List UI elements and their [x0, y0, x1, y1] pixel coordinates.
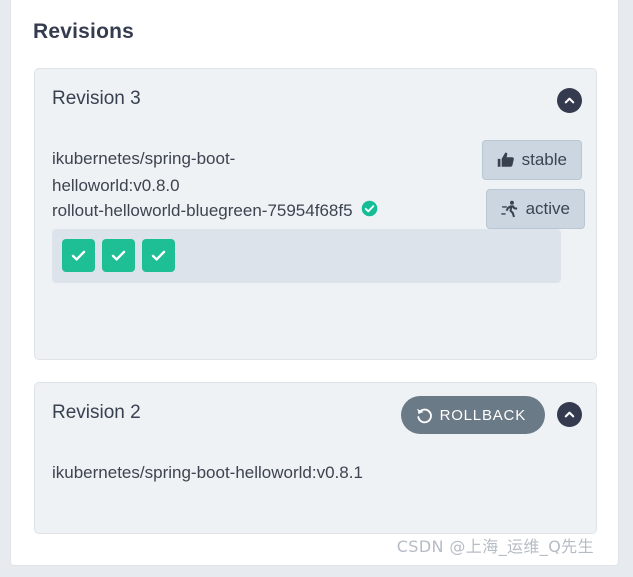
- rotate-left-icon: [416, 407, 433, 424]
- pod-status-1[interactable]: [62, 239, 95, 272]
- rollback-button-label: ROLLBACK: [439, 406, 526, 424]
- revision-2-image-name: ikubernetes/spring-boot-helloworld:v0.8.…: [52, 463, 363, 482]
- revision-3-replicaset-row: rollout-helloworld-bluegreen-75954f68f5: [52, 200, 378, 222]
- thumbs-up-icon: [497, 151, 515, 169]
- pod-group: [52, 229, 561, 283]
- revision-card-2: Revision 2 ROLLBACK ikubernetes/spring-b…: [34, 382, 597, 534]
- status-badge-active-label: active: [525, 199, 570, 218]
- status-badge-active: active: [485, 189, 585, 229]
- revision-3-header: Revision 3: [35, 69, 596, 131]
- revision-2-title: Revision 2: [52, 402, 141, 423]
- running-person-icon: [500, 200, 519, 218]
- revision-2-header: Revision 2 ROLLBACK: [35, 383, 596, 445]
- page-title: Revisions: [33, 20, 135, 43]
- revision-3-image-name: ikubernetes/spring-boot-helloworld:v0.8.…: [52, 149, 236, 195]
- check-circle-icon: [361, 200, 378, 222]
- pod-status-3[interactable]: [142, 239, 175, 272]
- watermark: CSDN @上海_运维_Q先生: [396, 537, 594, 556]
- revision-3-title: Revision 3: [52, 88, 141, 109]
- pod-status-2[interactable]: [102, 239, 135, 272]
- chevron-up-circle-icon[interactable]: [557, 402, 582, 427]
- replicaset-name: rollout-helloworld-bluegreen-75954f68f5: [52, 201, 353, 220]
- chevron-up-circle-icon[interactable]: [557, 88, 582, 113]
- status-badge-stable: stable: [481, 140, 582, 180]
- revisions-panel: Revisions Revision 3 ikubernetes/spring-…: [10, 0, 619, 566]
- revision-card-3: Revision 3 ikubernetes/spring-boot-hello…: [34, 68, 597, 360]
- status-badge-stable-label: stable: [521, 150, 567, 169]
- rollback-button[interactable]: ROLLBACK: [400, 396, 545, 434]
